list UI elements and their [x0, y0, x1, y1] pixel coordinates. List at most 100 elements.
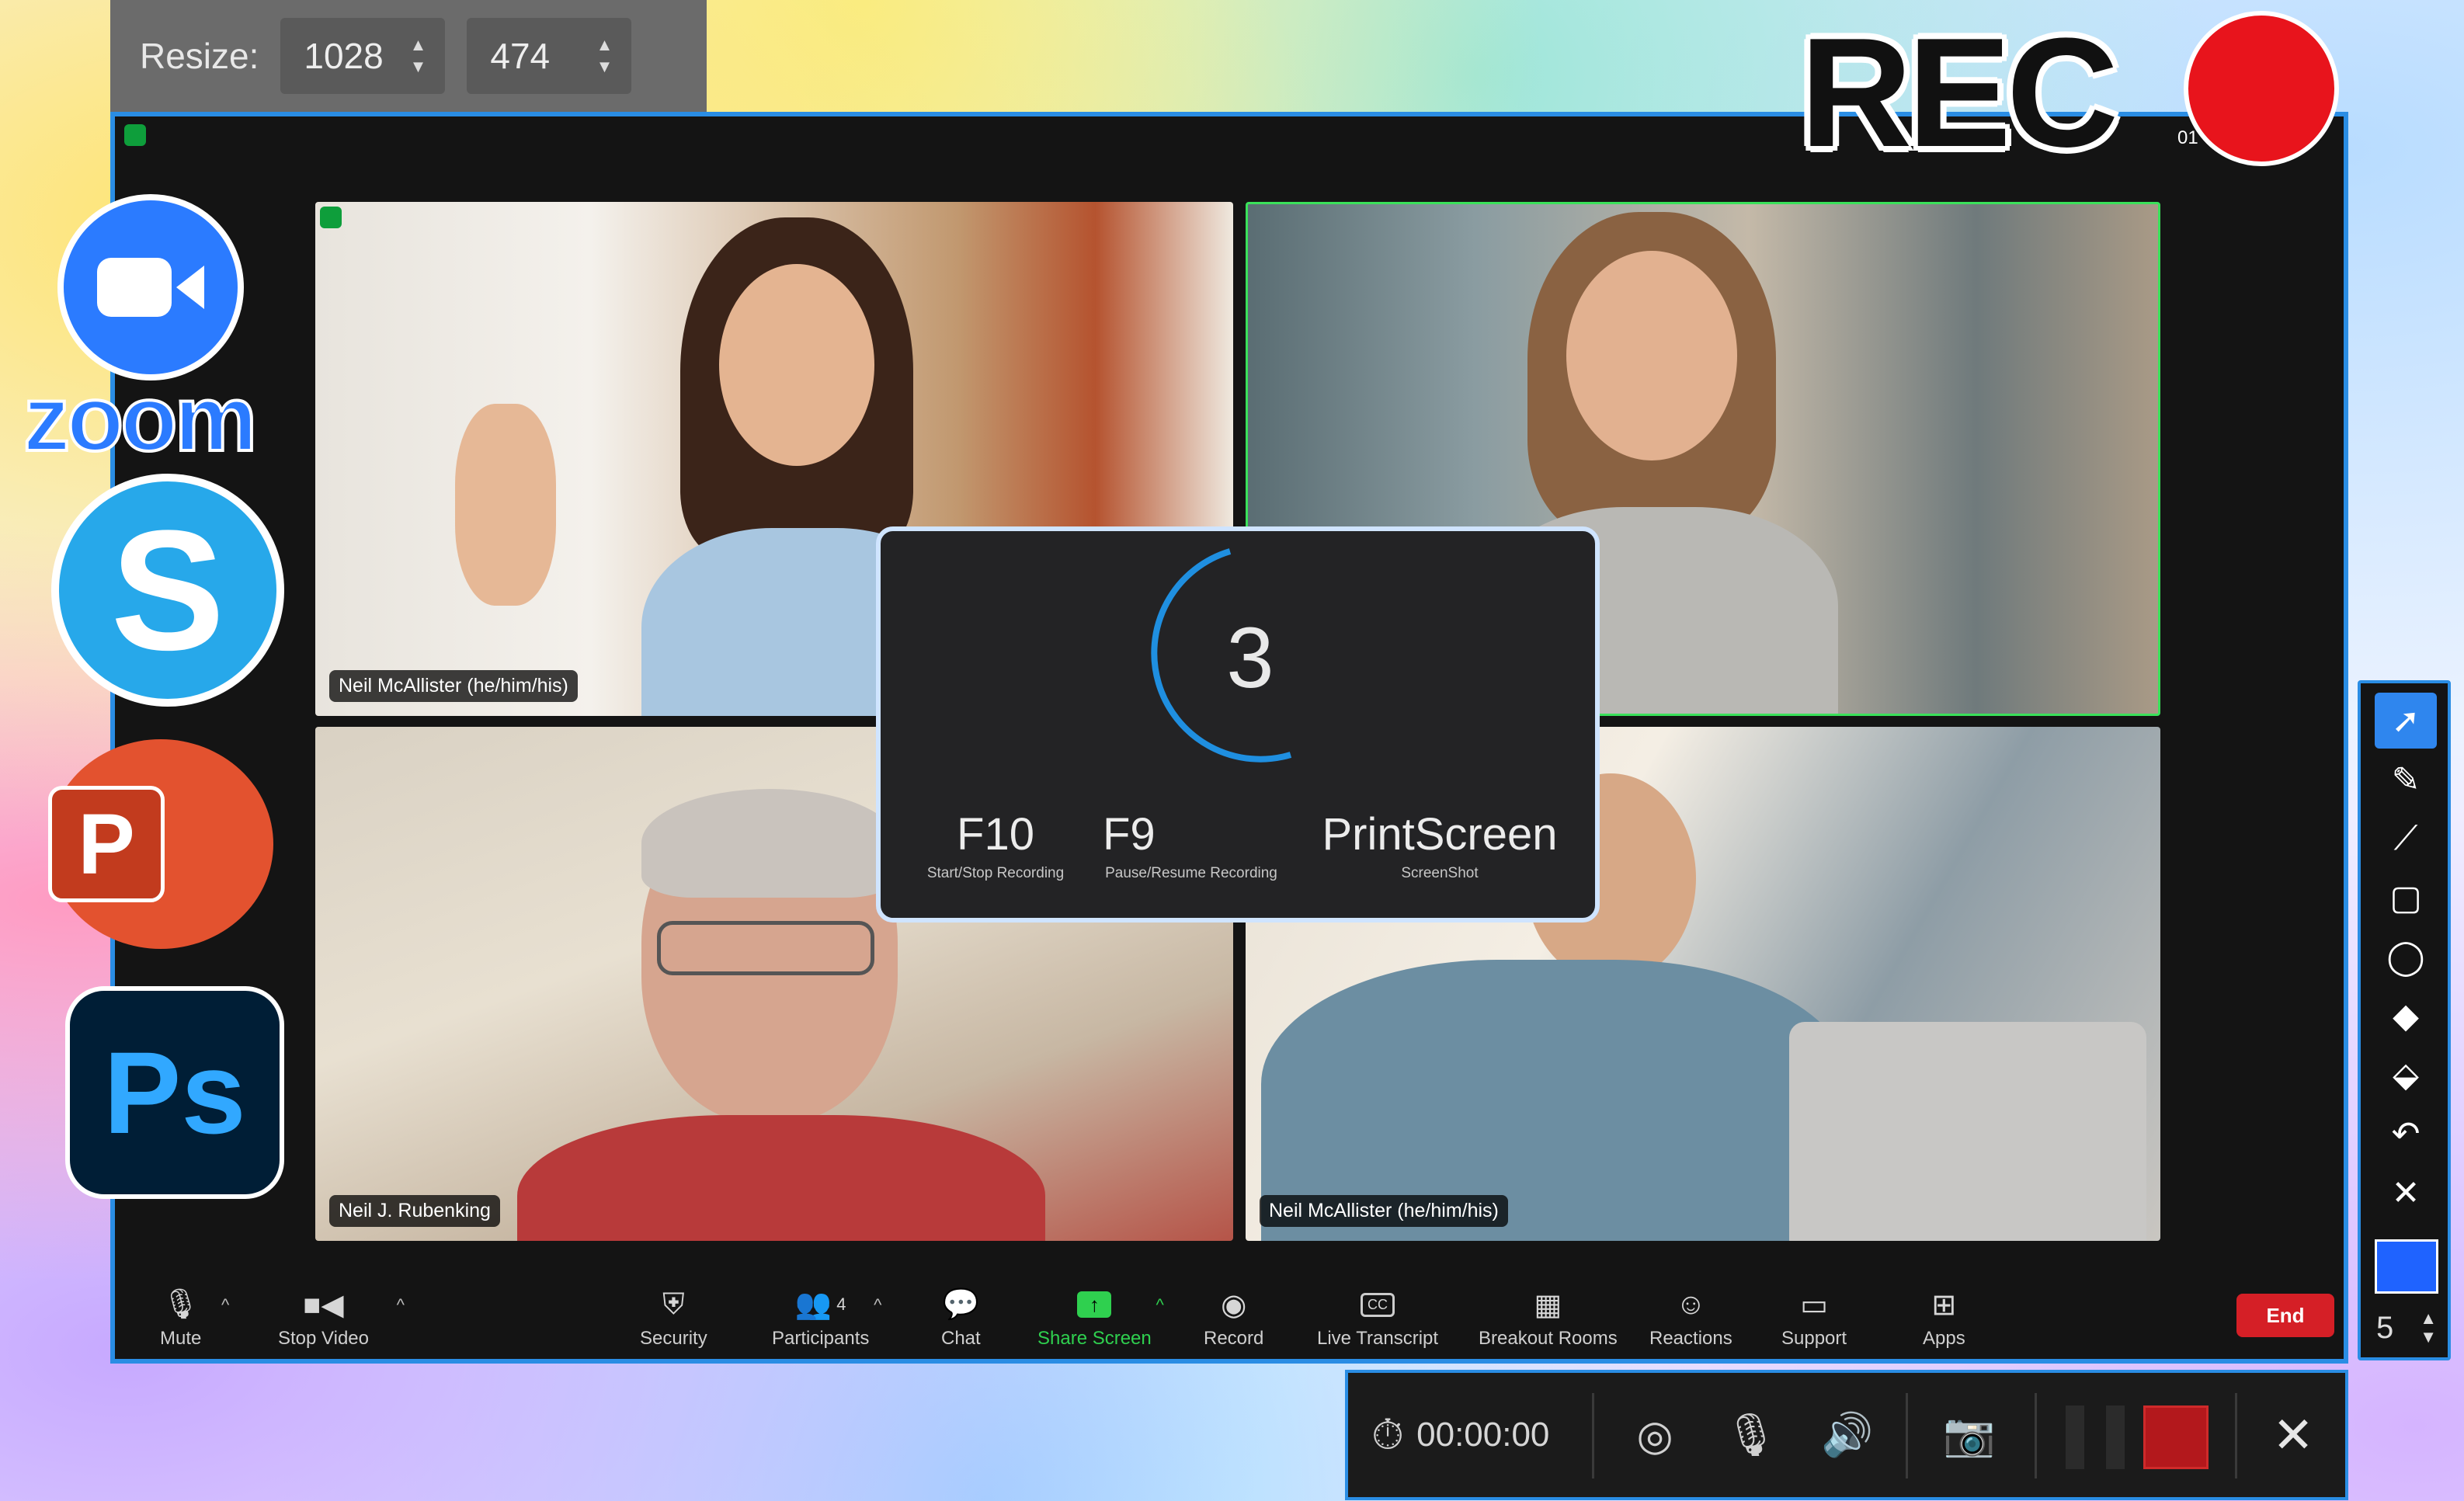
hotkey-start-stop: F10 Start/Stop Recording [926, 808, 1065, 882]
hotkey-key: PrintScreen [1322, 809, 1558, 860]
chat-button[interactable]: 💬 Chat [941, 1281, 981, 1350]
lasso-icon[interactable]: ◯ [2375, 929, 2437, 985]
undo-icon[interactable]: ↶ [2375, 1106, 2437, 1162]
resize-width-spinner[interactable]: 1028 ▲ ▼ [280, 18, 446, 94]
shield-icon: ⛨ [662, 1287, 685, 1321]
chat-bubble-icon: 💬 [942, 1288, 980, 1321]
chevron-up-icon[interactable]: ^ [221, 1295, 229, 1315]
breakout-rooms-label: Breakout Rooms [1479, 1328, 1618, 1349]
camera-screenshot-icon[interactable]: 📷 [1931, 1373, 2008, 1497]
divider [1906, 1393, 1908, 1478]
cc-label: CC [1361, 1292, 1395, 1317]
divider [2035, 1393, 2037, 1478]
participants-button[interactable]: 👥 4 Participants ^ [772, 1281, 881, 1350]
share-screen-icon: ↑ [1077, 1281, 1112, 1328]
microphone-icon[interactable]: 🎙 [1716, 1373, 1786, 1497]
end-meeting-button[interactable]: End [2236, 1294, 2334, 1337]
resize-label: Resize: [140, 36, 259, 76]
hotkey-key: F9 [1103, 809, 1156, 860]
grid-icon: ▦ [1534, 1288, 1562, 1322]
powerpoint-letter: P [78, 796, 135, 892]
color-swatch[interactable] [2375, 1239, 2438, 1294]
participant-name-label: Neil J. Rubenking [329, 1195, 500, 1227]
pause-button[interactable] [2066, 1405, 2125, 1469]
laptop [1789, 1022, 2146, 1241]
resize-bar: Resize: 1028 ▲ ▼ 474 ▲ ▼ [110, 0, 707, 112]
video-camera-icon [97, 258, 204, 317]
mute-button[interactable]: 🎙 Mute ^ [160, 1281, 229, 1350]
photoshop-text: Ps [103, 1027, 246, 1158]
share-screen-label: Share Screen [1037, 1328, 1152, 1349]
stop-recording-button[interactable] [2143, 1405, 2209, 1469]
participant-name-label: Neil McAllister (he/him/his) [329, 670, 578, 702]
close-icon[interactable]: ✕ [2250, 1373, 2336, 1497]
record-label: Record [1204, 1328, 1264, 1349]
record-button[interactable]: ◉ Record [1204, 1281, 1263, 1350]
line-icon[interactable]: ⟋ [2375, 811, 2437, 867]
microphone-icon: 🎙 [162, 1288, 200, 1321]
recording-timer: ⏱ 00:00:00 [1371, 1373, 1604, 1497]
chevron-up-icon[interactable]: ^ [874, 1295, 881, 1315]
shield-icon [320, 207, 342, 228]
spinner-arrows-icon[interactable]: ▲ ▼ [2420, 1309, 2437, 1346]
pen-icon[interactable]: ✎ [2375, 752, 2437, 808]
hotkey-description: ScreenShot [1401, 865, 1479, 881]
mute-label: Mute [160, 1328, 202, 1349]
rec-label: REC [1800, 6, 2118, 179]
divider [2235, 1393, 2237, 1478]
hotkey-key: F10 [957, 809, 1034, 860]
chat-label: Chat [941, 1328, 981, 1349]
apps-button[interactable]: ⊞ Apps [1923, 1281, 1965, 1350]
rectangle-icon[interactable]: ▢ [2375, 870, 2437, 926]
countdown-number: 3 [1226, 610, 1274, 706]
resize-height-value[interactable]: 474 [490, 35, 550, 77]
chevron-up-icon[interactable]: ^ [1156, 1295, 1163, 1315]
security-button[interactable]: ⛨ Security [640, 1281, 707, 1350]
cast-icon: ▭ [1800, 1288, 1828, 1322]
brush-size-value[interactable]: 5 [2376, 1311, 2393, 1346]
participant-face [719, 264, 874, 466]
participant-face [1566, 251, 1737, 460]
clear-icon[interactable]: ✕ [2375, 1165, 2437, 1221]
highlighter-icon[interactable]: ◆ [2375, 988, 2437, 1044]
video-camera-icon: ■◀ [303, 1288, 344, 1322]
recording-time-partial: 01 [2177, 127, 2198, 148]
divider [1592, 1393, 1594, 1478]
spinner-arrows-icon[interactable]: ▲ ▼ [410, 36, 427, 75]
reactions-button[interactable]: ☺ Reactions [1649, 1281, 1732, 1350]
support-button[interactable]: ▭ Support [1781, 1281, 1847, 1350]
live-transcript-button[interactable]: CC Live Transcript [1317, 1281, 1438, 1350]
resize-height-spinner[interactable]: 474 ▲ ▼ [467, 18, 632, 94]
reactions-label: Reactions [1649, 1328, 1732, 1349]
support-label: Support [1781, 1328, 1847, 1349]
hotkey-pause-resume: F9 Pause/Resume Recording [1098, 808, 1284, 882]
hotkey-description: Pause/Resume Recording [1105, 865, 1277, 881]
webcam-icon[interactable]: ◎ [1620, 1373, 1690, 1497]
participants-count: 4 [836, 1294, 846, 1314]
photoshop-app-icon: Ps [65, 986, 284, 1199]
participant-shirt [517, 1115, 1045, 1241]
brush-size-spinner[interactable]: 5 ▲ ▼ [2372, 1305, 2441, 1351]
breakout-rooms-button[interactable]: ▦ Breakout Rooms [1479, 1281, 1618, 1350]
chevron-up-icon[interactable]: ^ [397, 1295, 405, 1315]
participant-name-label: Neil McAllister (he/him/his) [1260, 1195, 1508, 1227]
participant-hair [641, 789, 898, 898]
eraser-icon[interactable]: ⬙ [2375, 1047, 2437, 1103]
share-screen-button[interactable]: ↑ Share Screen ^ [1037, 1281, 1164, 1350]
security-label: Security [640, 1328, 707, 1349]
record-dot-icon [2184, 11, 2339, 166]
live-transcript-label: Live Transcript [1317, 1328, 1439, 1349]
stop-video-button[interactable]: ■◀ Stop Video ^ [278, 1281, 405, 1350]
zoom-wordmark: zoom [22, 365, 259, 472]
cursor-icon[interactable]: ➚ [2375, 693, 2437, 749]
resize-width-value[interactable]: 1028 [304, 35, 383, 77]
closed-caption-icon: CC [1361, 1281, 1395, 1328]
stopwatch-icon: ⏱ [1371, 1411, 1405, 1458]
smiley-icon: ☺ [1675, 1287, 1706, 1321]
speaker-icon[interactable]: 🔊 [1812, 1373, 1882, 1497]
spinner-arrows-icon[interactable]: ▲ ▼ [596, 36, 613, 75]
stop-video-label: Stop Video [278, 1328, 369, 1349]
participant-hand [455, 404, 556, 606]
encryption-shield-icon [124, 124, 146, 146]
skype-app-icon: S [51, 474, 284, 707]
